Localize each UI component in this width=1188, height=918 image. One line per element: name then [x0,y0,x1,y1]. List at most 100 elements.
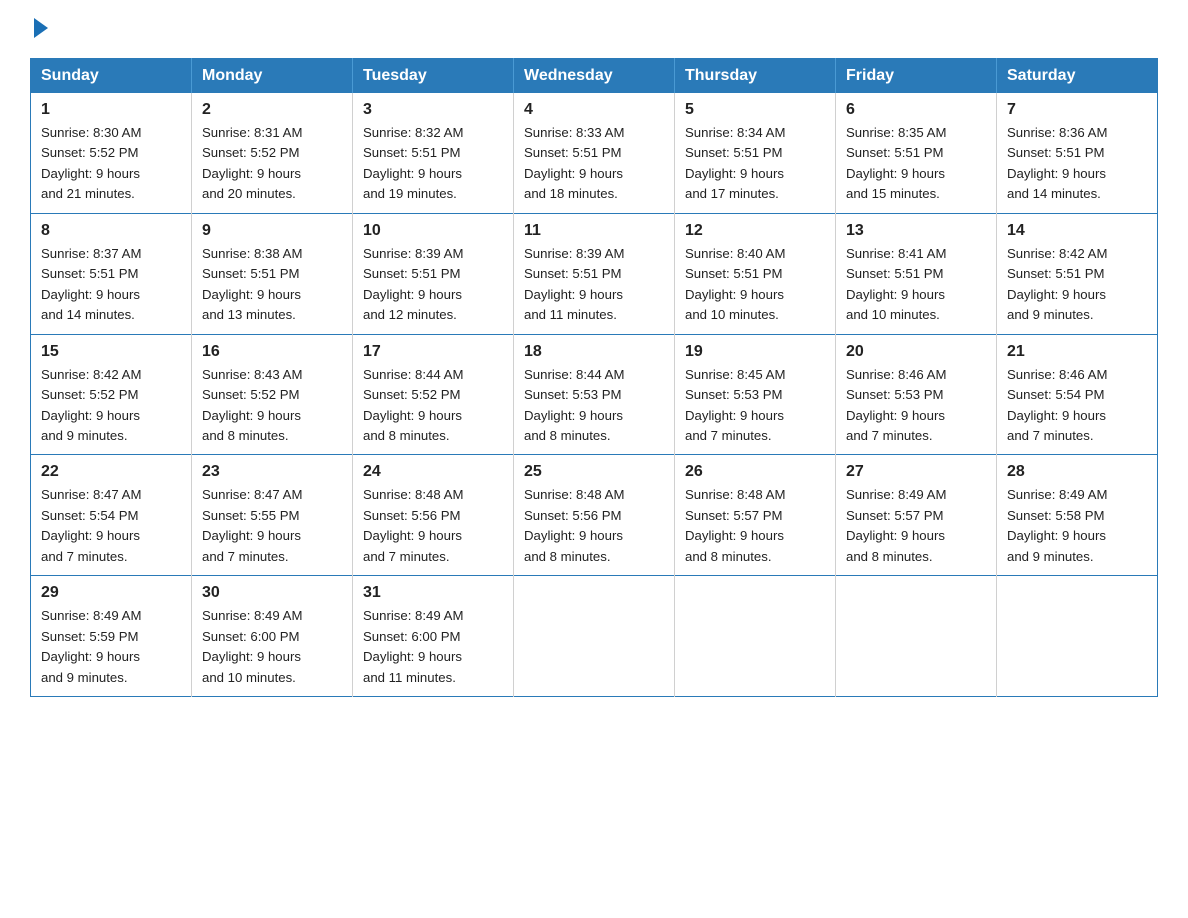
day-cell: 11 Sunrise: 8:39 AM Sunset: 5:51 PM Dayl… [514,213,675,334]
day-number: 21 [1007,343,1147,361]
day-cell: 10 Sunrise: 8:39 AM Sunset: 5:51 PM Dayl… [353,213,514,334]
day-cell: 17 Sunrise: 8:44 AM Sunset: 5:52 PM Dayl… [353,334,514,455]
day-number: 8 [41,222,181,240]
day-number: 23 [202,463,342,481]
day-info: Sunrise: 8:43 AM Sunset: 5:52 PM Dayligh… [202,365,342,447]
day-info: Sunrise: 8:44 AM Sunset: 5:53 PM Dayligh… [524,365,664,447]
day-info: Sunrise: 8:49 AM Sunset: 6:00 PM Dayligh… [363,606,503,688]
day-number: 6 [846,101,986,119]
day-cell [836,576,997,697]
day-info: Sunrise: 8:36 AM Sunset: 5:51 PM Dayligh… [1007,123,1147,205]
day-number: 5 [685,101,825,119]
day-cell: 15 Sunrise: 8:42 AM Sunset: 5:52 PM Dayl… [31,334,192,455]
day-info: Sunrise: 8:38 AM Sunset: 5:51 PM Dayligh… [202,244,342,326]
day-info: Sunrise: 8:49 AM Sunset: 5:59 PM Dayligh… [41,606,181,688]
day-number: 27 [846,463,986,481]
day-info: Sunrise: 8:49 AM Sunset: 6:00 PM Dayligh… [202,606,342,688]
day-cell: 2 Sunrise: 8:31 AM Sunset: 5:52 PM Dayli… [192,93,353,213]
day-cell: 31 Sunrise: 8:49 AM Sunset: 6:00 PM Dayl… [353,576,514,697]
header-cell-wednesday: Wednesday [514,59,675,94]
header-cell-friday: Friday [836,59,997,94]
day-number: 17 [363,343,503,361]
day-cell: 16 Sunrise: 8:43 AM Sunset: 5:52 PM Dayl… [192,334,353,455]
header-cell-saturday: Saturday [997,59,1158,94]
day-cell: 7 Sunrise: 8:36 AM Sunset: 5:51 PM Dayli… [997,93,1158,213]
day-info: Sunrise: 8:42 AM Sunset: 5:51 PM Dayligh… [1007,244,1147,326]
day-number: 28 [1007,463,1147,481]
day-cell: 22 Sunrise: 8:47 AM Sunset: 5:54 PM Dayl… [31,455,192,576]
day-info: Sunrise: 8:47 AM Sunset: 5:54 PM Dayligh… [41,485,181,567]
day-cell: 6 Sunrise: 8:35 AM Sunset: 5:51 PM Dayli… [836,93,997,213]
day-number: 30 [202,584,342,602]
day-cell: 14 Sunrise: 8:42 AM Sunset: 5:51 PM Dayl… [997,213,1158,334]
week-row-4: 22 Sunrise: 8:47 AM Sunset: 5:54 PM Dayl… [31,455,1158,576]
week-row-2: 8 Sunrise: 8:37 AM Sunset: 5:51 PM Dayli… [31,213,1158,334]
day-cell: 12 Sunrise: 8:40 AM Sunset: 5:51 PM Dayl… [675,213,836,334]
day-number: 3 [363,101,503,119]
day-info: Sunrise: 8:49 AM Sunset: 5:58 PM Dayligh… [1007,485,1147,567]
day-number: 24 [363,463,503,481]
day-info: Sunrise: 8:49 AM Sunset: 5:57 PM Dayligh… [846,485,986,567]
day-number: 20 [846,343,986,361]
page-header [30,20,1158,40]
day-info: Sunrise: 8:45 AM Sunset: 5:53 PM Dayligh… [685,365,825,447]
day-number: 18 [524,343,664,361]
day-number: 11 [524,222,664,240]
day-cell: 29 Sunrise: 8:49 AM Sunset: 5:59 PM Dayl… [31,576,192,697]
day-number: 9 [202,222,342,240]
day-info: Sunrise: 8:35 AM Sunset: 5:51 PM Dayligh… [846,123,986,205]
day-cell: 26 Sunrise: 8:48 AM Sunset: 5:57 PM Dayl… [675,455,836,576]
day-info: Sunrise: 8:30 AM Sunset: 5:52 PM Dayligh… [41,123,181,205]
day-number: 19 [685,343,825,361]
day-number: 25 [524,463,664,481]
day-number: 26 [685,463,825,481]
day-number: 10 [363,222,503,240]
day-cell: 19 Sunrise: 8:45 AM Sunset: 5:53 PM Dayl… [675,334,836,455]
calendar-body: 1 Sunrise: 8:30 AM Sunset: 5:52 PM Dayli… [31,93,1158,697]
day-cell: 8 Sunrise: 8:37 AM Sunset: 5:51 PM Dayli… [31,213,192,334]
day-cell: 3 Sunrise: 8:32 AM Sunset: 5:51 PM Dayli… [353,93,514,213]
week-row-5: 29 Sunrise: 8:49 AM Sunset: 5:59 PM Dayl… [31,576,1158,697]
day-info: Sunrise: 8:46 AM Sunset: 5:53 PM Dayligh… [846,365,986,447]
header-cell-tuesday: Tuesday [353,59,514,94]
day-cell: 24 Sunrise: 8:48 AM Sunset: 5:56 PM Dayl… [353,455,514,576]
day-info: Sunrise: 8:48 AM Sunset: 5:56 PM Dayligh… [524,485,664,567]
day-cell: 27 Sunrise: 8:49 AM Sunset: 5:57 PM Dayl… [836,455,997,576]
calendar-table: SundayMondayTuesdayWednesdayThursdayFrid… [30,58,1158,697]
day-info: Sunrise: 8:39 AM Sunset: 5:51 PM Dayligh… [363,244,503,326]
day-cell [514,576,675,697]
header-row: SundayMondayTuesdayWednesdayThursdayFrid… [31,59,1158,94]
logo [30,20,48,40]
day-info: Sunrise: 8:33 AM Sunset: 5:51 PM Dayligh… [524,123,664,205]
day-number: 4 [524,101,664,119]
day-info: Sunrise: 8:31 AM Sunset: 5:52 PM Dayligh… [202,123,342,205]
day-number: 2 [202,101,342,119]
day-info: Sunrise: 8:34 AM Sunset: 5:51 PM Dayligh… [685,123,825,205]
day-info: Sunrise: 8:47 AM Sunset: 5:55 PM Dayligh… [202,485,342,567]
header-cell-monday: Monday [192,59,353,94]
day-number: 15 [41,343,181,361]
day-info: Sunrise: 8:46 AM Sunset: 5:54 PM Dayligh… [1007,365,1147,447]
day-info: Sunrise: 8:44 AM Sunset: 5:52 PM Dayligh… [363,365,503,447]
week-row-3: 15 Sunrise: 8:42 AM Sunset: 5:52 PM Dayl… [31,334,1158,455]
day-cell: 4 Sunrise: 8:33 AM Sunset: 5:51 PM Dayli… [514,93,675,213]
day-cell: 5 Sunrise: 8:34 AM Sunset: 5:51 PM Dayli… [675,93,836,213]
day-info: Sunrise: 8:39 AM Sunset: 5:51 PM Dayligh… [524,244,664,326]
day-number: 16 [202,343,342,361]
day-cell: 13 Sunrise: 8:41 AM Sunset: 5:51 PM Dayl… [836,213,997,334]
logo-triangle-icon [34,18,48,38]
day-info: Sunrise: 8:32 AM Sunset: 5:51 PM Dayligh… [363,123,503,205]
day-number: 13 [846,222,986,240]
day-cell: 20 Sunrise: 8:46 AM Sunset: 5:53 PM Dayl… [836,334,997,455]
day-cell: 23 Sunrise: 8:47 AM Sunset: 5:55 PM Dayl… [192,455,353,576]
week-row-1: 1 Sunrise: 8:30 AM Sunset: 5:52 PM Dayli… [31,93,1158,213]
day-number: 7 [1007,101,1147,119]
calendar-header: SundayMondayTuesdayWednesdayThursdayFrid… [31,59,1158,94]
day-number: 29 [41,584,181,602]
day-number: 12 [685,222,825,240]
day-info: Sunrise: 8:40 AM Sunset: 5:51 PM Dayligh… [685,244,825,326]
day-number: 22 [41,463,181,481]
day-cell: 25 Sunrise: 8:48 AM Sunset: 5:56 PM Dayl… [514,455,675,576]
day-cell: 21 Sunrise: 8:46 AM Sunset: 5:54 PM Dayl… [997,334,1158,455]
day-number: 14 [1007,222,1147,240]
